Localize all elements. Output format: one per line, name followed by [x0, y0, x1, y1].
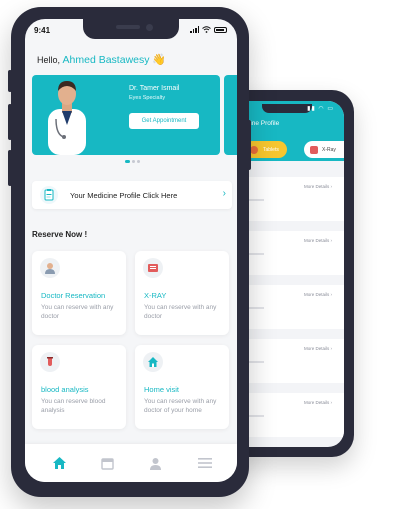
list-item[interactable]: More Details › — [234, 231, 344, 275]
back-status-bar: ▮▮ ◠ ▭ — [242, 104, 334, 115]
greeting: Hello, Ahmed Bastawesy 👋 — [37, 53, 166, 66]
status-icons — [190, 26, 227, 33]
mute-switch — [8, 70, 12, 92]
power-button — [247, 120, 251, 170]
xray-card[interactable]: X-RAY You can reserve with any doctor — [135, 251, 229, 335]
tab-menu[interactable] — [195, 454, 215, 472]
blood-test-icon — [40, 352, 60, 372]
reserve-title: Reserve Now ! — [32, 230, 88, 239]
card-title: X-RAY — [144, 291, 167, 300]
tab-profile[interactable] — [145, 454, 165, 472]
volume-up-button — [8, 104, 12, 140]
card-title: blood analysis — [41, 385, 89, 394]
card-description: You can reserve with any doctor — [41, 304, 114, 320]
list-item[interactable]: More Details › — [234, 285, 344, 329]
more-details-link[interactable]: More Details › — [304, 238, 332, 243]
home-icon — [143, 352, 163, 372]
wifi-icon — [202, 26, 211, 33]
back-notch — [262, 104, 312, 113]
xray-icon — [310, 145, 318, 154]
front-phone-screen: 9:41 Hello, Ahmed Bastawesy 👋 Dr. Tamer … — [25, 19, 237, 482]
bottom-tab-bar — [25, 444, 237, 482]
speaker — [116, 25, 140, 29]
status-time: 9:41 — [34, 26, 51, 35]
list-item[interactable]: More Details › — [234, 393, 344, 437]
battery-icon — [214, 26, 227, 33]
chevron-right-icon: › — [222, 188, 226, 199]
signal-icon — [190, 26, 199, 33]
list-item[interactable]: More Details › — [234, 339, 344, 383]
tab-xray-label: X-Ray — [322, 146, 336, 153]
more-details-link[interactable]: More Details › — [304, 400, 332, 405]
home-visit-card[interactable]: Home visit You can reserve with any doct… — [135, 345, 229, 429]
doctor-icon — [40, 258, 60, 278]
calendar-icon — [100, 457, 114, 470]
carousel-dot-active[interactable] — [125, 160, 130, 163]
doctor-avatar — [48, 81, 86, 155]
tablets-icon — [250, 145, 258, 154]
card-description: You can reserve with any doctor of your … — [144, 398, 217, 414]
menu-icon — [198, 458, 212, 468]
list-item[interactable]: More Details › — [234, 177, 344, 221]
doctor-specialty: Eyes Specialty — [129, 95, 166, 101]
get-appointment-button[interactable]: Get Appointment — [129, 113, 199, 129]
more-details-link[interactable]: More Details › — [304, 184, 332, 189]
volume-down-button — [8, 150, 12, 186]
medicine-profile-icon — [40, 186, 58, 204]
user-name: Ahmed Bastawesy — [62, 54, 150, 66]
card-description: You can reserve blood analysis — [41, 398, 106, 414]
card-description: You can reserve with any doctor — [144, 304, 217, 320]
doctor-name: Dr. Tamer Ismail — [129, 85, 180, 92]
more-details-link[interactable]: More Details › — [304, 346, 332, 351]
card-title: Home visit — [144, 385, 180, 394]
xray-icon — [143, 258, 163, 278]
carousel-dots — [125, 160, 140, 163]
doctor-reservation-card[interactable]: Doctor Reservation You can reserve with … — [32, 251, 126, 335]
greeting-prefix: Hello, — [37, 55, 61, 65]
tab-calendar[interactable] — [97, 454, 117, 472]
next-banner-peek[interactable] — [224, 75, 237, 155]
camera — [146, 24, 153, 31]
user-icon — [149, 457, 161, 470]
doctor-banner[interactable]: Dr. Tamer Ismail Eyes Specialty Get Appo… — [32, 75, 220, 155]
blood-analysis-card[interactable]: blood analysis You can reserve blood ana… — [32, 345, 126, 429]
medicine-profile-link[interactable]: Your Medicine Profile Click Here › — [32, 181, 232, 209]
back-status-icons: ▮▮ ◠ ▭ — [307, 106, 334, 112]
notch — [83, 19, 179, 39]
carousel-dot[interactable] — [137, 160, 140, 163]
home-icon — [52, 457, 66, 469]
card-title: Doctor Reservation — [41, 291, 106, 300]
tab-xray[interactable]: X-Ray — [304, 141, 344, 158]
tab-tablets-label: Tablets — [263, 146, 279, 153]
wave-emoji: 👋 — [152, 54, 166, 66]
medicine-profile-label: Your Medicine Profile Click Here — [70, 191, 178, 200]
carousel-dot[interactable] — [132, 160, 135, 163]
more-details-link[interactable]: More Details › — [304, 292, 332, 297]
tab-home[interactable] — [49, 454, 69, 472]
